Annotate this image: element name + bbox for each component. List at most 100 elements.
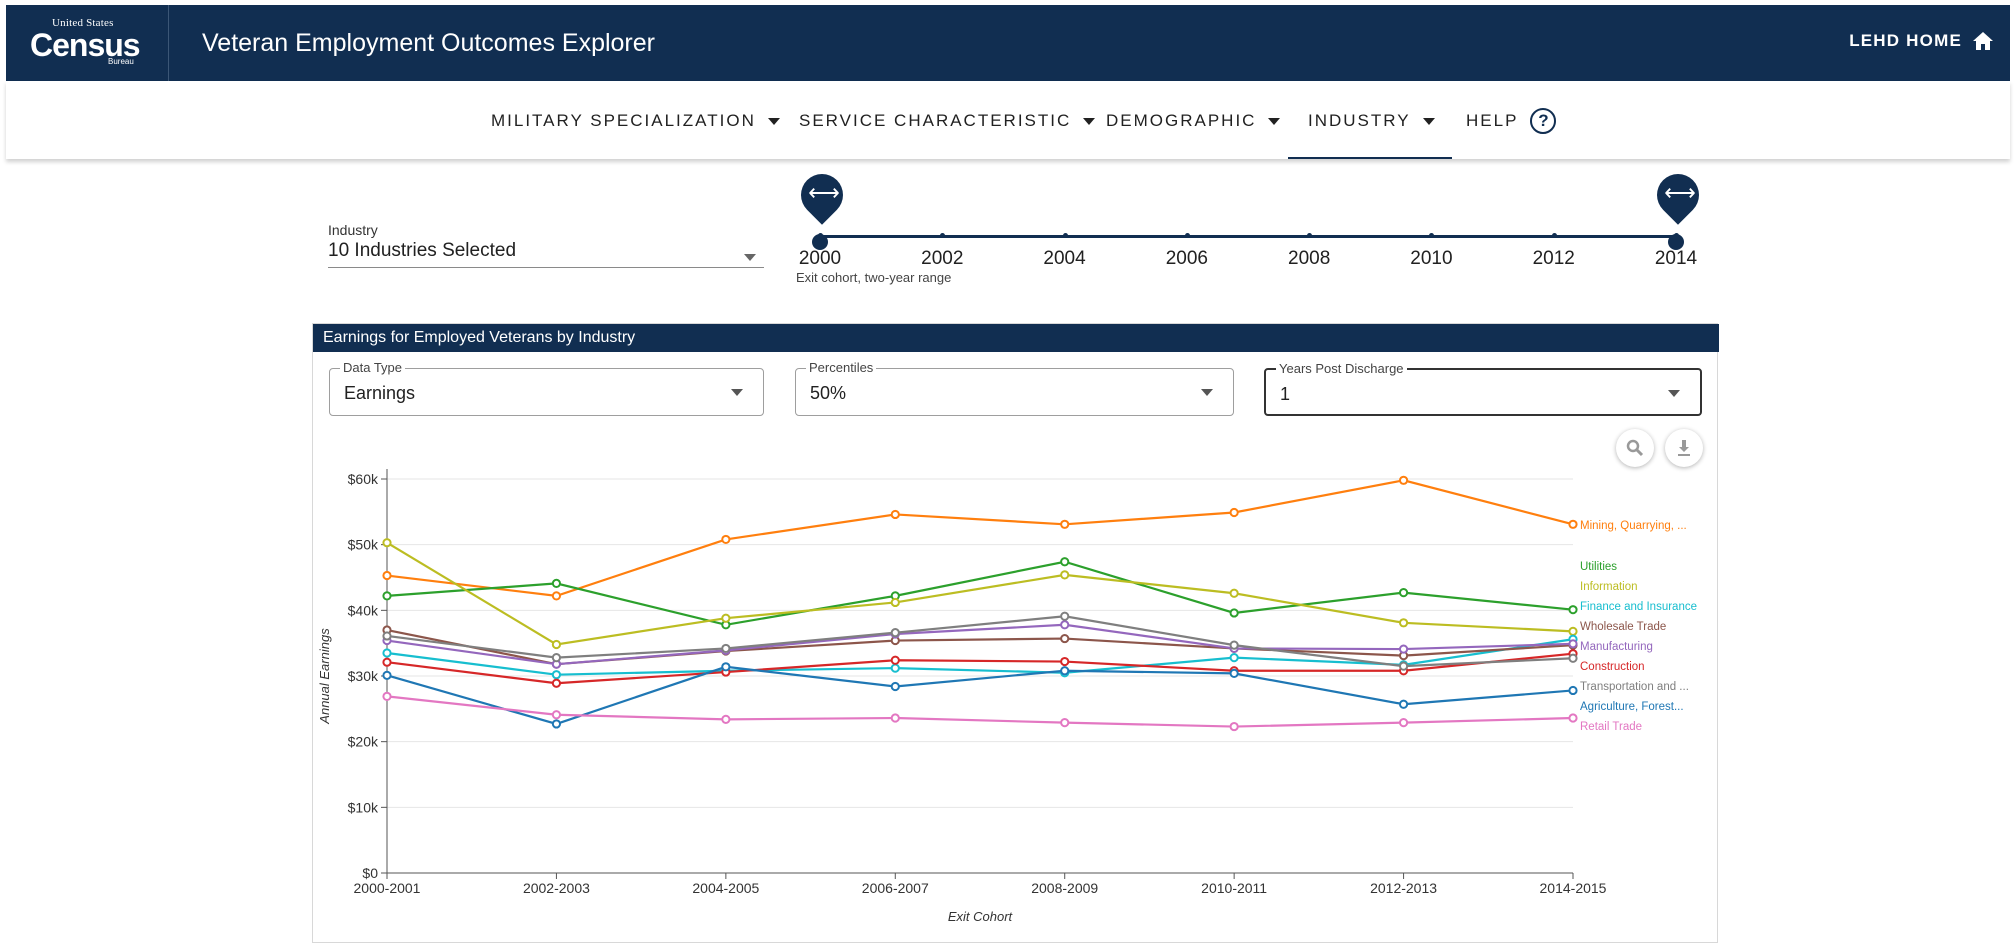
data-point	[1568, 626, 1578, 636]
caret-down-icon	[1422, 117, 1435, 125]
field-legend: Percentiles	[806, 360, 877, 375]
data-point	[1568, 685, 1578, 696]
data-point	[721, 613, 731, 623]
field-legend: Years Post Discharge	[1276, 361, 1407, 376]
slider-year-label: 2006	[1165, 248, 1208, 269]
data-type-select[interactable]: Data Type Earnings	[329, 360, 764, 416]
x-tick-label: 2002-2003	[523, 880, 590, 896]
data-point	[551, 710, 562, 720]
slider-year-label: 2012	[1532, 248, 1575, 269]
x-tick-label: 2000-2001	[354, 880, 421, 896]
data-point	[721, 662, 731, 672]
data-point	[890, 509, 900, 520]
data-point	[551, 591, 562, 601]
series-line	[386, 652, 1574, 685]
field-value: Earnings	[344, 383, 416, 403]
series-end-label: Utilities	[1580, 561, 1617, 573]
range-start-pin[interactable]: ⟷	[792, 165, 852, 225]
series-end-label: Construction	[1580, 661, 1645, 673]
topbar-divider	[168, 5, 169, 81]
data-point	[890, 629, 900, 639]
nav-label: INDUSTRY	[1308, 111, 1411, 130]
data-point	[1398, 666, 1409, 676]
logo-bottom-text: Bureau	[108, 57, 134, 66]
data-point	[1568, 653, 1578, 663]
data-point	[721, 645, 731, 655]
data-point	[551, 678, 562, 688]
data-point	[382, 635, 392, 646]
slider-year-label: 2002	[921, 248, 964, 269]
data-point	[1060, 718, 1070, 728]
series-line	[386, 560, 1574, 626]
data-point	[382, 591, 392, 601]
data-point	[890, 635, 900, 646]
slider-tick	[1551, 233, 1557, 238]
zoom-icon	[1626, 439, 1644, 457]
data-point	[1398, 651, 1409, 661]
x-tick-label: 2006-2007	[862, 880, 929, 896]
nav-industry[interactable]: INDUSTRY	[1308, 111, 1435, 131]
nav-service-characteristic[interactable]: SERVICE CHARACTERISTIC	[799, 111, 1096, 131]
years-post-discharge-select[interactable]: Years Post Discharge 1	[1264, 361, 1702, 416]
nav-military-specialization[interactable]: MILITARY SPECIALIZATION	[491, 111, 780, 131]
x-tick-label: 2004-2005	[692, 880, 759, 896]
nav-label: SERVICE CHARACTERISTIC	[799, 111, 1072, 130]
earnings-line-chart: $0 $10k $20k $30k $40k $50k $60k 2000-2001 2002-…	[317, 469, 1697, 924]
slider-track[interactable]	[820, 235, 1676, 238]
series-line	[386, 665, 1574, 726]
data-point	[890, 663, 900, 673]
main-nav: MILITARY SPECIALIZATION SERVICE CHARACTE…	[6, 81, 2010, 159]
lehd-home-link[interactable]: LEHD HOME	[1849, 31, 1994, 51]
series-line	[386, 615, 1574, 668]
exit-cohort-slider[interactable]: ⟷ ⟷ 2000 2002 2004 2006 2008 2010 2012 2014 Exi…	[792, 165, 1708, 290]
data-point	[1398, 660, 1409, 670]
data-point	[551, 578, 562, 589]
zoom-button[interactable]	[1616, 429, 1654, 467]
data-point	[1229, 643, 1239, 654]
nav-help[interactable]: HELP ?	[1466, 108, 1557, 134]
slider-tick	[1184, 233, 1190, 238]
lehd-home-label: LEHD HOME	[1849, 31, 1962, 50]
data-point	[551, 659, 562, 669]
census-logo[interactable]: United States Census Bureau	[28, 15, 141, 71]
caret-down-icon	[744, 254, 756, 261]
data-point	[1568, 639, 1578, 649]
data-point	[382, 691, 392, 701]
industry-label: Industry	[328, 222, 378, 238]
data-point	[382, 631, 392, 641]
series-line	[386, 628, 1574, 666]
data-point	[890, 628, 900, 638]
slider-tick	[1062, 233, 1068, 238]
y-tick-label: $10k	[348, 799, 379, 815]
field-legend: Data Type	[340, 360, 406, 375]
data-point	[1229, 666, 1239, 676]
nav-demographic[interactable]: DEMOGRAPHIC	[1106, 111, 1281, 131]
download-button[interactable]	[1665, 429, 1703, 467]
data-point	[721, 534, 731, 545]
series-line	[386, 638, 1574, 676]
active-tab-indicator	[1288, 157, 1452, 159]
data-point	[1229, 721, 1239, 732]
data-point	[1568, 519, 1578, 529]
industry-select[interactable]: 10 Industries Selected	[328, 240, 764, 268]
chart-panel: Earnings for Employed Veterans by Indust…	[312, 323, 1719, 943]
percentiles-select[interactable]: Percentiles 50%	[795, 360, 1234, 416]
data-point	[721, 643, 731, 654]
data-point	[382, 670, 392, 680]
y-tick-label: $30k	[348, 668, 379, 684]
data-point	[1060, 519, 1070, 529]
series-end-label: Information	[1580, 581, 1638, 593]
data-point	[1229, 640, 1239, 650]
slider-year-label: 2010	[1410, 248, 1453, 269]
data-point	[1568, 649, 1578, 659]
nav-label: DEMOGRAPHIC	[1106, 111, 1257, 130]
top-bar: United States Census Bureau Veteran Empl…	[6, 5, 2010, 81]
range-end-pin[interactable]: ⟷	[1648, 165, 1708, 225]
field-value: 1	[1280, 384, 1291, 404]
series-end-label: Finance and Insurance	[1580, 601, 1697, 613]
app-title: Veteran Employment Outcomes Explorer	[202, 29, 655, 57]
data-point	[890, 591, 900, 601]
data-point	[1398, 618, 1409, 628]
home-icon	[1973, 32, 1993, 50]
double-arrow-icon: ⟷	[808, 180, 840, 206]
